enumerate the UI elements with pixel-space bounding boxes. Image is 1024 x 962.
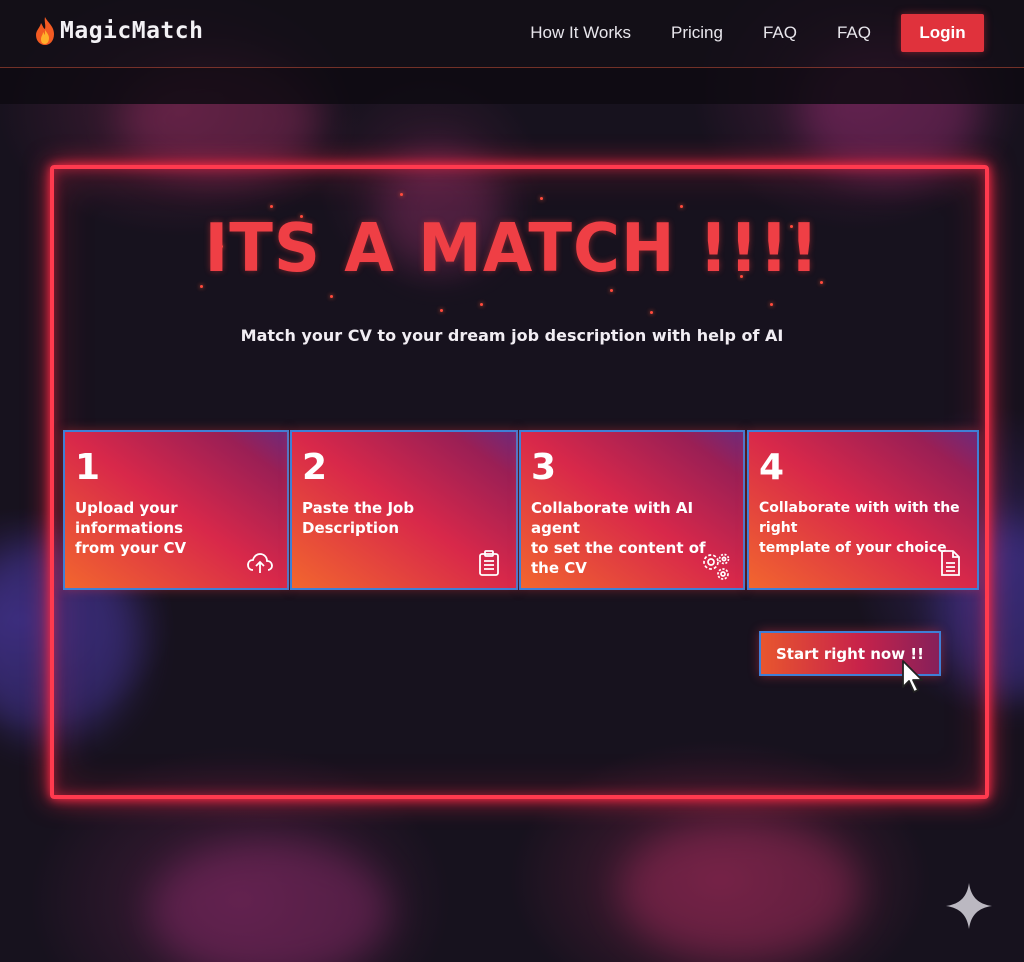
sparkle-icon [946,883,992,929]
hero-title: ITS A MATCH !!!! [204,210,820,288]
step-number: 4 [759,447,785,488]
cloud-upload-icon [247,553,273,573]
flame-icon [36,17,54,45]
nav-how-it-works[interactable]: How It Works [530,13,631,53]
steps-row: 1 Upload your informations from your CV … [63,430,979,590]
step-text: Paste the Job Description [302,499,415,537]
document-icon [941,550,960,576]
step-number: 1 [75,447,101,488]
clipboard-icon [479,550,499,576]
gears-icon [703,553,730,580]
top-navbar: MagicMatch How It Works Pricing FAQ FAQ … [0,0,1024,68]
hero-subtitle: Match your CV to your dream job descript… [240,326,784,345]
mouse-pointer-icon [902,660,923,693]
login-button[interactable]: Login [901,14,984,52]
nav-faq[interactable]: FAQ [763,13,797,53]
step-number: 2 [302,447,328,488]
sub-header-bar [0,68,1024,104]
step-card-4[interactable]: 4 Collaborate with with the right templa… [747,430,979,590]
step-card-2[interactable]: 2 Paste the Job Description [290,430,518,590]
step-card-3[interactable]: 3 Collaborate with AI agent to set the c… [519,430,745,590]
nav-pricing[interactable]: Pricing [671,13,723,53]
step-card-1[interactable]: 1 Upload your informations from your CV [63,430,289,590]
main-nav: How It Works Pricing FAQ FAQ Login [490,13,984,53]
nav-faq-secondary[interactable]: FAQ [837,13,871,53]
step-number: 3 [531,447,557,488]
brand-logo[interactable]: MagicMatch [34,16,203,46]
brand-name: MagicMatch [60,18,204,44]
